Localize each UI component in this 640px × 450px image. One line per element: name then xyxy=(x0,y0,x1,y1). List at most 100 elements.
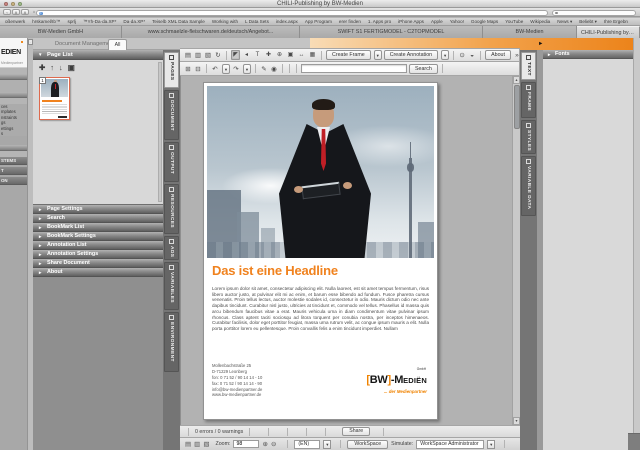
add-page-icon[interactable]: ✚ xyxy=(39,63,45,72)
canvas-scrollbar[interactable]: ▲ ▼ xyxy=(512,76,520,425)
address-block[interactable]: Mollenbachstraße 25 D-71229 Leonberg fon… xyxy=(212,363,262,398)
bookmark-item[interactable]: sprlj xyxy=(68,19,76,24)
section-bookmark-settings[interactable]: ►BookMark Settings xyxy=(33,232,163,241)
bookmark-item[interactable]: erer finden xyxy=(339,19,361,24)
browser-tab-active[interactable]: CHILI-Publishing by BW-Medien xyxy=(577,26,640,38)
bookmark-item[interactable]: iPhone Apps xyxy=(398,19,424,24)
back-button[interactable]: ‹ xyxy=(3,9,11,15)
zoom-in-icon[interactable]: ⊕ xyxy=(262,440,267,448)
grid-tool-button[interactable]: ▦ xyxy=(308,50,317,60)
section-bookmark-list[interactable]: ►BookMark List xyxy=(33,223,163,232)
section-share-document[interactable]: ►Share Document xyxy=(33,259,163,268)
search-button[interactable]: Search xyxy=(409,64,438,74)
tab-variable-data[interactable]: VARIABLE DATA xyxy=(521,156,536,216)
bookmark-item[interactable]: Ihre Ergebn xyxy=(604,19,628,24)
scrollbar-thumb[interactable] xyxy=(514,85,520,129)
workspace-button[interactable]: WorkSpace xyxy=(347,440,388,449)
body-text-frame[interactable]: Lorem ipsum dolor sit amet, consectetur … xyxy=(212,286,429,332)
bookmark-item[interactable]: Google Maps xyxy=(471,19,498,24)
tab-all[interactable]: All xyxy=(108,39,127,50)
admin-section-header[interactable]: ON xyxy=(0,177,27,185)
tab-output[interactable]: OUTPUT xyxy=(164,142,179,182)
select-tool-button[interactable]: ◤ xyxy=(231,50,240,60)
revisions-icon[interactable]: ◒ xyxy=(468,52,476,59)
browser-tab[interactable]: www.schmaelzle-fleischwaren.de/deutsch/A… xyxy=(122,26,300,38)
undo-icon[interactable]: ↶ xyxy=(211,65,219,73)
section-about[interactable]: ►About xyxy=(33,268,163,277)
bookmark-item[interactable]: 1. Apps pro xyxy=(368,19,391,24)
fonts-section-header[interactable]: ► Fonts xyxy=(543,50,633,59)
share-button[interactable]: Share xyxy=(342,427,370,436)
bookmark-item[interactable]: Wikipedia xyxy=(530,19,550,24)
move-page-down-icon[interactable]: ↓ xyxy=(59,63,63,72)
tab-text[interactable]: TEXT xyxy=(521,52,536,80)
bookmark-item[interactable]: Teiselb XML Data Sample xyxy=(152,19,205,24)
search-input[interactable] xyxy=(301,64,407,73)
save-as-icon[interactable]: ▧ xyxy=(204,51,212,59)
tab-frame[interactable]: FRAME xyxy=(521,82,536,118)
redo-icon[interactable]: ↷ xyxy=(232,65,240,73)
minimize-window-button[interactable] xyxy=(11,2,15,6)
workspace-admin-dropdown[interactable]: ▼ xyxy=(487,440,495,449)
workspace-admin-select[interactable]: WorkSpace Administrator xyxy=(416,440,484,449)
zoom-value-input[interactable] xyxy=(233,440,259,448)
spread-view-icon[interactable]: ▧ xyxy=(203,440,209,448)
tab-variables[interactable]: VARIABLES xyxy=(164,262,179,310)
bookmark-item[interactable]: Working with xyxy=(212,19,238,24)
preflight-icon[interactable]: ⊙ xyxy=(458,51,466,59)
collapse-right-panel-button[interactable]: ► xyxy=(538,41,543,47)
bw-medien-logo-frame[interactable]: GmbH [BW]-MEDIËN ... der Medienpartner xyxy=(366,367,427,394)
create-annotation-button[interactable]: Create Annotation xyxy=(384,50,438,60)
single-page-view-icon[interactable]: ▤ xyxy=(185,440,191,448)
document-canvas[interactable]: Das ist eine Headline Lorem ipsum dolor … xyxy=(180,76,520,425)
bookmark-item[interactable]: hrskamel/Ib™ xyxy=(32,19,60,24)
url-bar[interactable] xyxy=(36,10,548,16)
text-larger-button[interactable]: A xyxy=(21,9,29,15)
duplicate-page-icon[interactable]: ▣ xyxy=(68,63,75,72)
language-dropdown[interactable]: ▼ xyxy=(323,440,331,449)
bookmark-item[interactable]: App Program xyxy=(305,19,332,24)
section-annotation-settings[interactable]: ►Annotation Settings xyxy=(33,250,163,259)
fit-page-tool-button[interactable]: ▣ xyxy=(286,50,295,60)
bookmark-item[interactable]: L Data Sets xyxy=(245,19,269,24)
browser-tab[interactable]: BW-Medien GmbH xyxy=(0,26,122,38)
bookmark-item[interactable]: Beliebt ▾ xyxy=(579,19,597,25)
refresh-icon[interactable]: ↻ xyxy=(214,51,222,59)
browser-tab[interactable]: BW-Medien xyxy=(483,26,577,38)
bookmark-item[interactable]: Da·da.XP* xyxy=(123,19,145,24)
tab-styles[interactable]: STYLES xyxy=(521,120,536,154)
pointer-flag-icon[interactable]: ◉ xyxy=(270,65,278,73)
create-frame-button[interactable]: Create Frame xyxy=(326,50,371,60)
page-thumbnail[interactable]: 1 xyxy=(39,77,70,120)
tab-pages[interactable]: PAGES xyxy=(164,52,179,88)
browser-search-field[interactable] xyxy=(552,10,636,16)
redo-dropdown[interactable]: ▼ xyxy=(243,64,251,74)
section-page-settings[interactable]: ►Page Settings xyxy=(33,205,163,214)
bookmark-item[interactable]: News ▾ xyxy=(557,19,572,25)
snap-guides-icon[interactable]: ⊟ xyxy=(194,65,202,73)
move-page-up-icon[interactable]: ↑ xyxy=(50,63,54,72)
admin-section-header[interactable]: STEMS xyxy=(0,157,27,165)
section-annotation-list[interactable]: ►Annotation List xyxy=(33,241,163,250)
bookmark-item[interactable]: Apple xyxy=(431,19,443,24)
tab-document[interactable]: DOCUMENT xyxy=(164,90,179,140)
snap-grid-icon[interactable]: ⊞ xyxy=(184,65,192,73)
bookmark-item[interactable]: index.aspx xyxy=(276,19,298,24)
zoom-tool-button[interactable]: ⊕ xyxy=(275,50,284,60)
tab-environment[interactable]: ENVIRONMENT xyxy=(164,312,179,372)
browser-tab[interactable]: SWIFT S1 FERTIGMODEL - C2TOPMODEL xyxy=(300,26,483,38)
annotation-pen-icon[interactable]: ✎ xyxy=(260,65,268,73)
fit-width-tool-button[interactable]: ↔ xyxy=(297,50,306,60)
scroll-up-icon[interactable]: ▲ xyxy=(513,76,520,84)
scroll-down-icon[interactable]: ▼ xyxy=(513,417,520,425)
tab-ads[interactable]: ADS xyxy=(164,236,179,260)
create-frame-dropdown[interactable]: ▼ xyxy=(374,50,382,60)
text-smaller-button[interactable]: A xyxy=(12,9,20,15)
close-window-button[interactable] xyxy=(4,2,8,6)
browser-scrollbar[interactable] xyxy=(633,38,640,450)
resize-corner[interactable] xyxy=(628,433,640,450)
tab-resources[interactable]: RESOURCES xyxy=(164,184,179,234)
direct-select-tool-button[interactable]: ◂ xyxy=(242,50,251,60)
bookmark-item[interactable]: ™Yh-Da·da.XP* xyxy=(83,19,116,24)
photo-frame[interactable] xyxy=(207,86,434,258)
